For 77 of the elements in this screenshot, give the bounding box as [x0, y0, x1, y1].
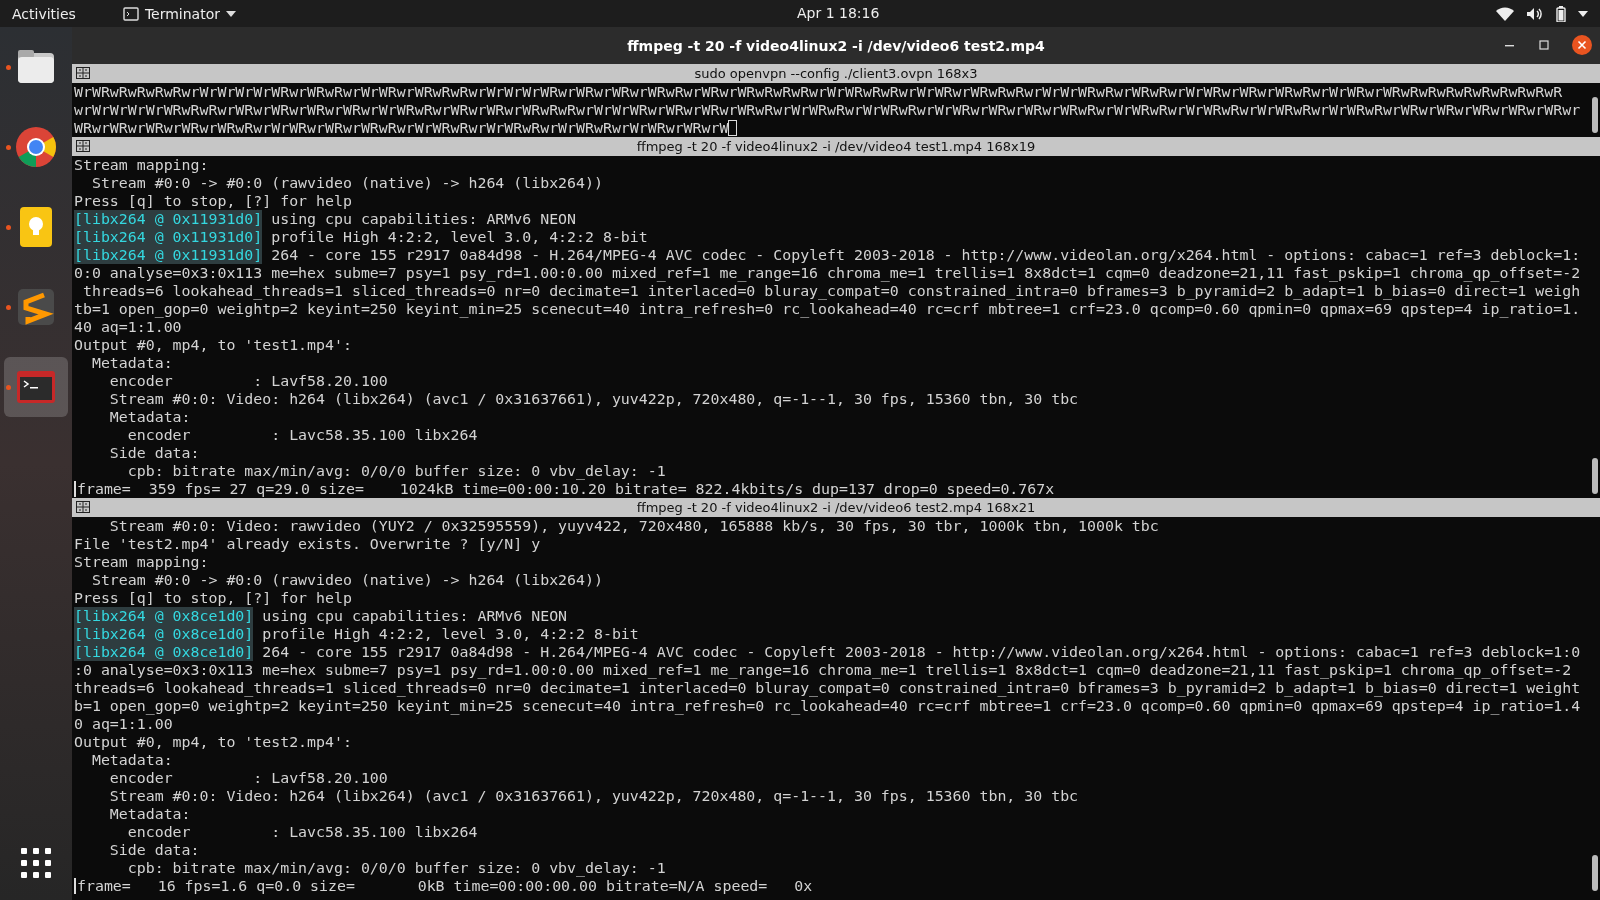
- terminal-line: encoder : Lavf58.20.100: [108, 769, 388, 787]
- terminal-line: Output #0, mp4, to 'test1.mp4':: [74, 336, 352, 354]
- grid-icon[interactable]: [76, 501, 90, 513]
- running-indicator: [6, 145, 11, 150]
- terminal-line: Metadata:: [108, 805, 191, 823]
- terminal-line: Stream #0:0 -> #0:0 (rawvideo (native) -> h264 (libx264)): [90, 571, 603, 589]
- terminal-line: WrWRwRwRwRwRwrWrWrWrWrWRwrWRwRwrWrWRwrWRwRwRwrWrWrWrWRwrWRwrWRwrWRwRwrWRwrWRwRwRwRwrWrWRwRwRwrWrWRwrWRwRwRwrWrWrWRwRwrWRwRwrWrWRwrWRwrWRwRwrWrWRwrWRwRwRwRwRwRwRwRwRwR: [74, 83, 1563, 101]
- running-indicator: [6, 225, 11, 230]
- app-grid-icon[interactable]: [21, 848, 51, 878]
- grid-icon[interactable]: [76, 67, 90, 79]
- grid-icon[interactable]: [76, 140, 90, 152]
- terminal-line: encoder : Lavc58.35.100 libx264: [126, 426, 478, 444]
- terminal-icon: [122, 6, 139, 21]
- terminal-line: Stream #0:0: Video: h264 (libx264) (avc1 / 0x31637661), yuv422p, 720x480, q=-1--1, 30 fps, 15360 tbn, 30 tbc: [108, 390, 1079, 408]
- log-prefix: [libx264 @ 0x11931d0]: [74, 246, 263, 264]
- terminal-line: 0 aq=1:1.00: [74, 715, 173, 733]
- terminal-line: profile High 4:2:2, level 3.0, 4:2:2 8-bit: [261, 625, 639, 643]
- scrollbar-thumb[interactable]: [1592, 97, 1598, 133]
- terminal-line: Stream mapping:: [74, 553, 209, 571]
- caret-icon[interactable]: [225, 10, 236, 17]
- terminal-line: using cpu capabilities: ARMv6 NEON: [261, 607, 568, 625]
- terminal-line: Metadata:: [90, 751, 173, 769]
- running-indicator: [6, 385, 11, 390]
- terminal-line: Stream #0:0 -> #0:0 (rawvideo (native) -> h264 (libx264)): [90, 174, 603, 192]
- terminal-line: using cpu capabilities: ARMv6 NEON: [270, 210, 577, 228]
- pane-title: ffmpeg -t 20 -f video4linux2 -i /dev/video6 test2.mp4 168x21: [636, 500, 1036, 515]
- close-icon[interactable]: [1572, 35, 1592, 55]
- terminal-line: profile High 4:2:2, level 3.0, 4:2:2 8-bit: [270, 228, 648, 246]
- app-menu-button[interactable]: Terminator: [144, 5, 220, 22]
- terminal-line: Press [q] to stop, [?] for help: [74, 589, 352, 607]
- terminal-line: tb=1 open_gop=0 weightp=2 keyint=250 keyint_min=25 scenecut=40 intra_refresh=0 rc_lookahead=40 rc=crf mbtree=1 crf=23.0 qcomp=0.60 qpmin=0 qpmax=69 qpstep=4 ip_ratio=1.: [74, 300, 1581, 318]
- terminal-line: Side data:: [108, 841, 200, 859]
- pane-title: ffmpeg -t 20 -f video4linux2 -i /dev/video4 test1.mp4 168x19: [636, 139, 1036, 154]
- terminal-line: cpb: bitrate max/min/avg: 0/0/0 buffer size: 0 vbv_delay: -1: [126, 462, 666, 480]
- caret-icon[interactable]: [1578, 10, 1588, 17]
- terminal-line: 40 aq=1:1.00: [74, 318, 182, 336]
- speaker-icon[interactable]: [1526, 6, 1544, 21]
- terminal-line: Metadata:: [90, 354, 173, 372]
- terminal-line: threads=6 lookahead_threads=1 sliced_threads=0 nr=0 decimate=1 interlaced=0 bluray_compat=0 constrained_intra=0 bframes=3 b_pyramid=2 b_adapt=1 b_bias=0 direct=1 weight: [74, 679, 1581, 697]
- log-prefix: [libx264 @ 0x11931d0]: [74, 210, 263, 228]
- terminal-line: Stream #0:0: Video: rawvideo (YUY2 / 0x32595559), yuyv422, 720x480, 165888 kb/s, 30 fps, 30 tbr, 1000k tbn, 1000k tbc: [108, 517, 1159, 535]
- terminal-line: encoder : Lavc58.35.100 libx264: [126, 823, 478, 841]
- window-title: ffmpeg -t 20 -f video4linux2 -i /dev/video6 test2.mp4: [627, 37, 1045, 54]
- scrollbar-thumb[interactable]: [1592, 458, 1598, 494]
- terminal-line: encoder : Lavf58.20.100: [108, 372, 388, 390]
- terminal-line: 0:0 analyse=0x3:0x113 me=hex subme=7 psy=1 psy_rd=1.00:0.00 mixed_ref=1 me_range=16 chroma_me=1 trellis=1 8x8dct=1 cqm=0 deadzone=21,11 fast_pskip=1 chroma_qp_offset=-2: [74, 264, 1581, 282]
- log-prefix: [libx264 @ 0x8ce1d0]: [74, 643, 254, 661]
- log-prefix: [libx264 @ 0x8ce1d0]: [74, 607, 254, 625]
- terminal-line: threads=6 lookahead_threads=1 sliced_threads=0 nr=0 decimate=1 interlaced=0 bluray_compat=0 constrained_intra=0 bframes=3 b_pyramid=2 b_adapt=1 b_bias=0 direct=1 weigh: [81, 282, 1581, 300]
- terminal-line: frame= 16 fps=1.6 q=0.0 size= 0kB time=00:00:00.00 bitrate=N/A speed= 0x: [77, 877, 813, 895]
- pane-title: sudo openvpn --config ./client3.ovpn 168x3: [694, 66, 978, 81]
- wifi-icon[interactable]: [1496, 6, 1514, 21]
- terminal-line: cpb: bitrate max/min/avg: 0/0/0 buffer size: 0 vbv_delay: -1: [126, 859, 666, 877]
- maximize-icon[interactable]: [1538, 39, 1550, 51]
- terminal-line: :0 analyse=0x3:0x113 me=hex subme=7 psy=1 psy_rd=1.00:0.00 mixed_ref=1 me_range=16 chroma_me=1 trellis=1 8x8dct=1 cqm=0 deadzone=21,11 fast_pskip=1 chroma_qp_offset=-2: [74, 661, 1572, 679]
- terminal-line: Output #0, mp4, to 'test2.mp4':: [74, 733, 352, 751]
- terminal-line: Stream mapping:: [74, 156, 209, 174]
- activities-button[interactable]: Activities: [0, 5, 88, 22]
- running-indicator: [6, 305, 11, 310]
- scrollbar-thumb[interactable]: [1592, 855, 1598, 891]
- terminal-line: 264 - core 155 r2917 0a84d98 - H.264/MPEG-4 AVC codec - Copyleft 2003-2018 - http://www.videolan.org/x264.html - options: cabac=1 ref=3 deblock=1:: [270, 246, 1581, 264]
- log-prefix: [libx264 @ 0x8ce1d0]: [74, 625, 254, 643]
- terminal-line: frame= 359 fps= 27 q=29.0 size= 1024kB time=00:00:10.20 bitrate= 822.4kbits/s dup=137 drop=0 speed=0.767x: [77, 480, 1055, 498]
- terminal-line: Press [q] to stop, [?] for help: [74, 192, 352, 210]
- browser-icon: [14, 125, 58, 169]
- terminal-line: wrWrWrWrWrWRwRwRwrWRwrWRwrWRwrWRwrWrWRwRwrWRwrWRwrWRwRwRwrWrWrWRwrWRwrWRwrWRwRwrWrWRwRwrWrWRwRwrWrWRwrWRwrWRwrWRwRwrWrWRwRwrWrWRwRwrWrWRwRwrWrWRwRwrWRwrWRwrWRwrWRwrWRwr: [74, 101, 1581, 119]
- terminal-line: File 'test2.mp4' already exists. Overwrite ? [y/N] y: [74, 535, 541, 553]
- terminal-line: WRwrWRwrWRwrWRwrWRwRwrWrWRwrWRwrWRwRwrWrWRwRwrWrWRwRwrWrWRwRwrWrWRwrWRwrW: [74, 119, 729, 137]
- terminal-line: b=1 open_gop=0 weightp=2 keyint=250 keyint_min=25 scenecut=40 intra_refresh=0 rc_lookahead=40 rc=crf mbtree=1 crf=23.0 qcomp=0.60 qpmin=0 qpmax=69 qpstep=4 ip_ratio=1.4: [74, 697, 1581, 715]
- terminal-line: 264 - core 155 r2917 0a84d98 - H.264/MPEG-4 AVC codec - Copyleft 2003-2018 - http://www.videolan.org/x264.html - options: cabac=1 ref=3 deblock=1:0: [261, 643, 1581, 661]
- battery-icon[interactable]: [1556, 5, 1566, 22]
- terminal-line: Side data:: [108, 444, 200, 462]
- clock[interactable]: Apr 1 18:16: [797, 5, 880, 21]
- running-indicator: [6, 65, 11, 70]
- terminal-line: Metadata:: [108, 408, 191, 426]
- terminal-line: Stream #0:0: Video: h264 (libx264) (avc1 / 0x31637661), yuv422p, 720x480, q=-1--1, 30 fps, 15360 tbn, 30 tbc: [108, 787, 1079, 805]
- log-prefix: [libx264 @ 0x11931d0]: [74, 228, 263, 246]
